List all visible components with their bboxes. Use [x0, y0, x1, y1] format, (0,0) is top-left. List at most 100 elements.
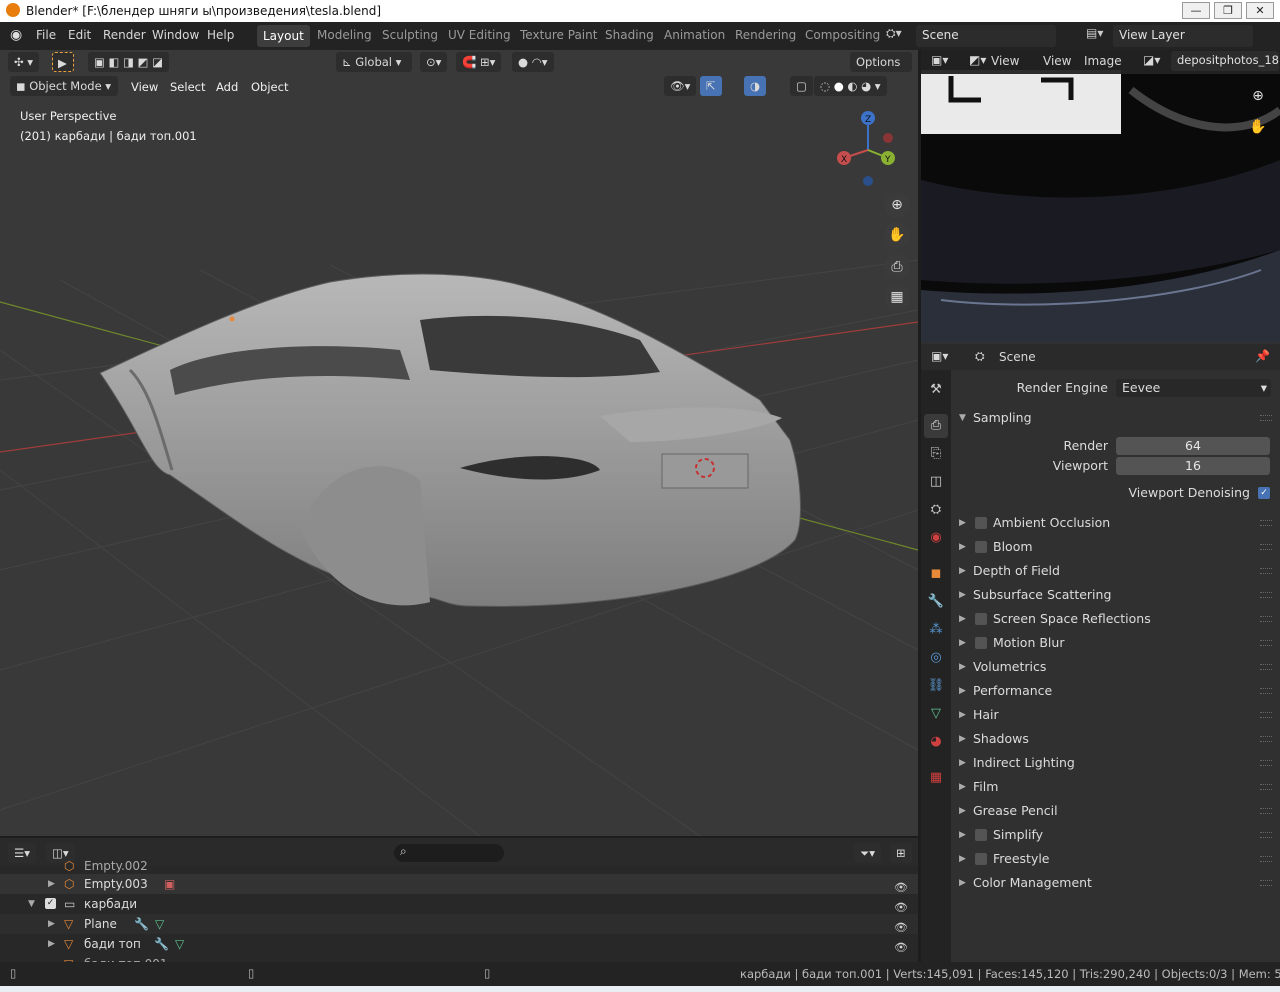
drag-grip-icon[interactable] [1260, 784, 1272, 790]
xray-toggle-icon[interactable]: ▢ [790, 76, 813, 96]
tab-compositing[interactable]: Compositing [805, 28, 880, 42]
panel-header[interactable]: ▶ Color Management [951, 871, 1280, 895]
sampling-viewport-field[interactable]: 16 [1116, 457, 1270, 475]
render-tab-icon[interactable]: ⎙ [924, 414, 948, 438]
image-editor[interactable]: ▣▾ ◩▾ View View Image ◪▾ depositphotos_1… [921, 50, 1280, 342]
panel-header[interactable]: ▶ Indirect Lighting [951, 751, 1280, 775]
pan-hand-icon[interactable]: ✋ [884, 222, 910, 248]
empty-object-origin[interactable] [229, 316, 235, 322]
panel-header[interactable]: ▶ Volumetrics [951, 655, 1280, 679]
outliner-row[interactable]: ▶ ⬡ Empty.003 ▣ 👁 [0, 874, 918, 894]
physics-tab-icon[interactable]: ◎ [924, 646, 948, 670]
drag-grip-icon[interactable] [1260, 760, 1272, 766]
scene-selector-icon[interactable]: ⛭▾ [886, 26, 902, 41]
drag-grip-icon[interactable] [1260, 832, 1272, 838]
data-tab-icon[interactable]: ▽ [924, 702, 948, 726]
expand-arrow-icon[interactable]: ▶ [48, 934, 55, 954]
texture-tab-icon[interactable]: ▦ [924, 766, 948, 790]
tab-uv-editing[interactable]: UV Editing [448, 28, 511, 42]
menu-edit[interactable]: Edit [68, 28, 91, 42]
zoom-icon[interactable]: ⊕ [1245, 83, 1271, 109]
menu-add[interactable]: Add [216, 80, 238, 94]
mode-dropdown[interactable]: ◼ Object Mode ▾ [10, 76, 118, 96]
image-name-field[interactable]: depositphotos_186... [1171, 51, 1279, 71]
drag-grip-icon[interactable] [1260, 415, 1272, 421]
outliner[interactable]: ☰▾ ◫▾ ⌕ ⏷▾ ⊞ ⬡ Empty.002 ▶ ⬡ Empty.003 ▣… [0, 838, 918, 962]
menu-object[interactable]: Object [251, 80, 288, 94]
editor-type-icon[interactable]: ▣▾ [931, 349, 948, 363]
scene-tab-icon[interactable]: ⛭ [924, 498, 948, 522]
menu-render[interactable]: Render [103, 28, 146, 42]
panel-enable-checkbox[interactable] [975, 517, 987, 529]
object-tab-icon[interactable]: ◼ [924, 562, 948, 586]
drag-grip-icon[interactable] [1260, 712, 1272, 718]
outliner-row[interactable]: ▽ бади топ.001 [0, 954, 918, 962]
sampling-panel-header[interactable]: ▼ Sampling [951, 406, 1280, 430]
snap-icon[interactable]: 🧲 ⊞▾ [456, 52, 502, 72]
panel-header[interactable]: ▶ Performance [951, 679, 1280, 703]
visibility-icon[interactable]: 👁▾ [664, 76, 697, 96]
viewport-denoising-checkbox[interactable]: ✓ [1258, 487, 1270, 499]
drag-grip-icon[interactable] [1260, 616, 1272, 622]
panel-header[interactable]: ▶ Hair [951, 703, 1280, 727]
panel-enable-checkbox[interactable] [975, 541, 987, 553]
sampling-render-field[interactable]: 64 [1116, 437, 1270, 455]
particles-tab-icon[interactable]: ⁂ [924, 618, 948, 642]
outliner-row[interactable]: ▶ ▽ Plane 🔧 ▽ 👁 [0, 914, 918, 934]
shading-mode-icons[interactable]: ◌ ● ◐ ◕ ▾ [814, 76, 887, 96]
drag-grip-icon[interactable] [1260, 856, 1272, 862]
outliner-row[interactable]: ▶ ▽ бади топ 🔧 ▽ 👁 [0, 934, 918, 954]
tab-modeling[interactable]: Modeling [317, 28, 372, 42]
pin-icon[interactable]: 📌 [1255, 349, 1270, 363]
render-engine-dropdown[interactable]: Eevee ▾ [1116, 379, 1271, 397]
options-dropdown[interactable]: Options ▾ [850, 52, 912, 89]
scene-field[interactable]: Scene [916, 25, 1056, 47]
panel-header[interactable]: ▶ Bloom [951, 535, 1280, 559]
panel-header[interactable]: ▶ Film [951, 775, 1280, 799]
constraints-tab-icon[interactable]: ⛓ [924, 674, 948, 698]
3d-viewport[interactable]: ✣ ▾ ▶ ▣ ◧ ◨ ◩ ◪ ⊾ Global ▾ ⊙▾ 🧲 ⊞▾ ● ◠▾ … [0, 50, 918, 836]
tab-shading[interactable]: Shading [605, 28, 654, 42]
expand-arrow-icon[interactable]: ▼ [28, 894, 35, 914]
view-layer-field[interactable]: View Layer [1113, 25, 1253, 47]
panel-header[interactable]: ▶ Simplify [951, 823, 1280, 847]
panel-enable-checkbox[interactable] [975, 853, 987, 865]
tab-rendering[interactable]: Rendering [735, 28, 796, 42]
image-browse-icon[interactable]: ◪▾ [1143, 53, 1160, 67]
world-tab-icon[interactable]: ◉ [924, 526, 948, 550]
menu-file[interactable]: File [36, 28, 56, 42]
tab-sculpting[interactable]: Sculpting [382, 28, 438, 42]
panel-header[interactable]: ▶ Motion Blur [951, 631, 1280, 655]
menu-select[interactable]: Select [170, 80, 205, 94]
restore-icon[interactable]: ❐ [1214, 2, 1242, 19]
camera-icon[interactable]: ⎙ [884, 254, 910, 280]
output-tab-icon[interactable]: ⎘ [924, 442, 948, 466]
gizmo-toggle-icon[interactable]: ⇱ [700, 76, 722, 96]
editor-type-icon[interactable]: ▣▾ [931, 53, 948, 67]
ortho-grid-icon[interactable]: ▦ [884, 284, 910, 310]
panel-header[interactable]: ▶ Subsurface Scattering [951, 583, 1280, 607]
drag-grip-icon[interactable] [1260, 664, 1272, 670]
close-icon[interactable]: ✕ [1246, 2, 1274, 19]
panel-header[interactable]: ▶ Screen Space Reflections [951, 607, 1280, 631]
tab-animation[interactable]: Animation [664, 28, 725, 42]
panel-header[interactable]: ▶ Shadows [951, 727, 1280, 751]
editor-type-button[interactable]: ✣ ▾ [8, 52, 40, 72]
drag-grip-icon[interactable] [1260, 808, 1272, 814]
drag-grip-icon[interactable] [1260, 544, 1272, 550]
drag-grip-icon[interactable] [1260, 520, 1272, 526]
car-body-model[interactable] [99, 273, 801, 607]
panel-header[interactable]: ▶ Depth of Field [951, 559, 1280, 583]
panel-enable-checkbox[interactable] [975, 829, 987, 841]
panel-header[interactable]: ▶ Grease Pencil [951, 799, 1280, 823]
view-mode-icon[interactable]: ◩▾ [969, 53, 986, 67]
tool-tab-icon[interactable]: ⚒ [924, 378, 948, 402]
minimize-icon[interactable]: — [1182, 2, 1210, 19]
view-layer-tab-icon[interactable]: ◫ [924, 470, 948, 494]
drag-grip-icon[interactable] [1260, 568, 1272, 574]
blender-menu-icon[interactable]: ◉ [10, 27, 22, 43]
panel-header[interactable]: ▶ Freestyle [951, 847, 1280, 871]
expand-arrow-icon[interactable]: ▶ [48, 914, 55, 934]
expand-arrow-icon[interactable]: ▶ [48, 874, 55, 894]
tab-layout[interactable]: Layout [257, 25, 310, 47]
